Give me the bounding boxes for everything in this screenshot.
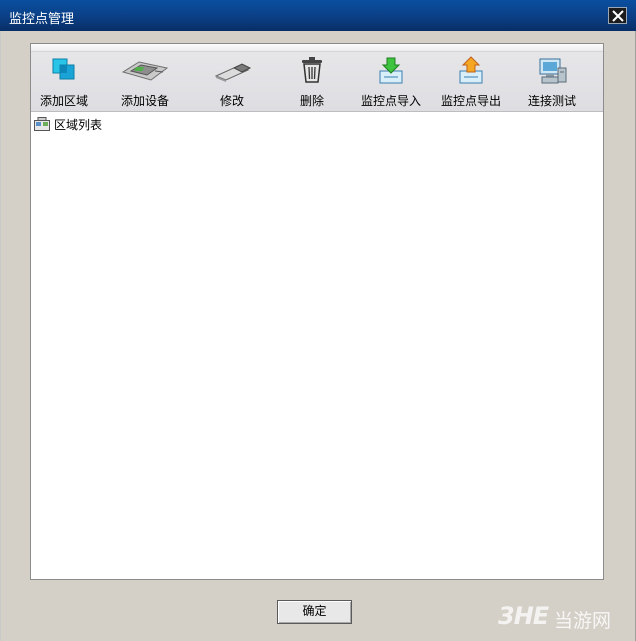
watermark-text: 当游网	[554, 610, 612, 632]
add-device-icon	[121, 61, 169, 81]
add-device-label: 添加设备	[120, 94, 169, 108]
import-button[interactable]: 监控点导入	[353, 52, 429, 110]
ok-button[interactable]: 确定	[277, 600, 352, 624]
toolbar: 添加区域 添加设备 修改 删除 监控点导入 监控点导出 连接测试	[31, 44, 603, 112]
add-area-button[interactable]: 添加区域	[26, 52, 102, 110]
watermark-logo: 3HE	[498, 602, 549, 630]
import-icon	[379, 57, 403, 84]
delete-button[interactable]: 删除	[274, 52, 350, 110]
close-button[interactable]	[608, 7, 627, 24]
delete-label: 删除	[299, 94, 324, 108]
window-title: 监控点管理	[9, 12, 75, 27]
area-list-icon	[34, 117, 50, 131]
connection-test-label: 连接测试	[527, 94, 576, 108]
edit-icon	[214, 63, 252, 82]
connection-test-button[interactable]: 连接测试	[514, 52, 590, 110]
export-icon	[459, 56, 483, 84]
import-label: 监控点导入	[360, 94, 421, 108]
window-titlebar: 监控点管理	[0, 0, 636, 31]
add-device-button[interactable]: 添加设备	[107, 52, 183, 110]
delete-icon	[302, 57, 322, 83]
export-label: 监控点导出	[440, 94, 501, 108]
toolbar-top-strip	[31, 44, 603, 52]
close-icon	[612, 10, 624, 22]
tree-root-label: 区域列表	[54, 118, 103, 132]
edit-button[interactable]: 修改	[194, 52, 270, 110]
connection-test-icon	[539, 58, 567, 84]
add-area-label: 添加区域	[39, 94, 88, 108]
area-tree-view[interactable]: 区域列表	[33, 114, 601, 579]
edit-label: 修改	[219, 94, 244, 108]
add-area-icon	[52, 58, 75, 80]
watermark: 3HE 当游网	[498, 600, 628, 634]
export-button[interactable]: 监控点导出	[433, 52, 509, 110]
monitor-point-panel: 添加区域 添加设备 修改 删除 监控点导入 监控点导出 连接测试 区域列表	[30, 43, 604, 580]
